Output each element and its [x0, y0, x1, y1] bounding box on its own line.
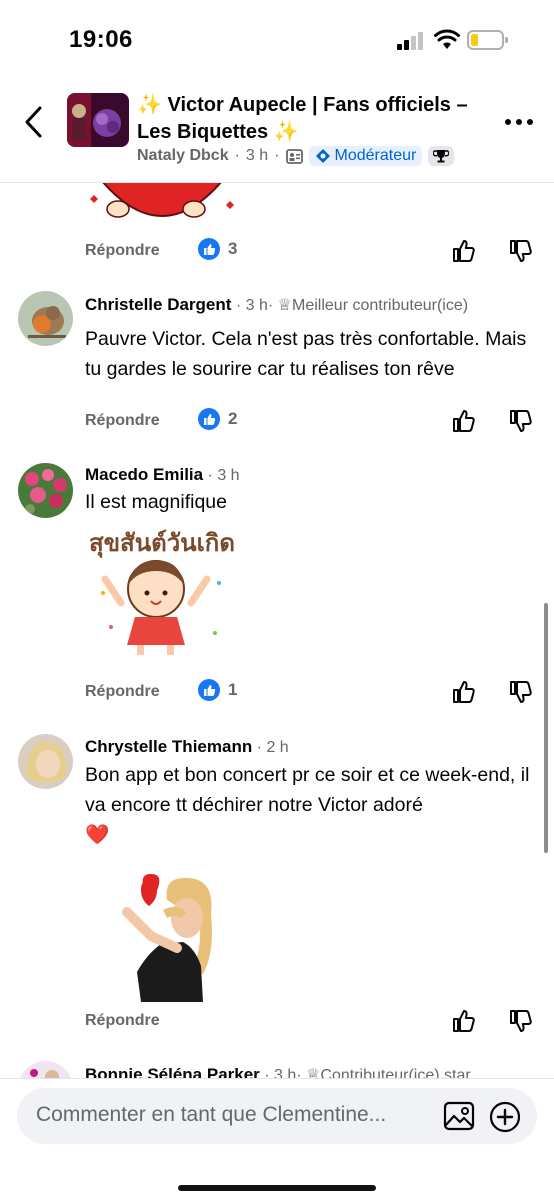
post-meta: Nataly Dbck · 3 h · Modérateur	[137, 146, 455, 166]
like-icon[interactable]	[451, 238, 477, 264]
status-bar: 19:06	[0, 0, 554, 80]
group-title[interactable]: ✨ Victor Aupecle | Fans officiels – Les …	[137, 92, 497, 146]
avatar[interactable]	[18, 463, 73, 518]
birthday-sticker: สุขสันต์วันเกิด	[89, 529, 235, 655]
scrollbar[interactable]	[544, 603, 548, 853]
more-options-icon[interactable]	[504, 118, 534, 126]
avatar[interactable]	[18, 1061, 73, 1078]
contributor-icon: ♕	[277, 297, 293, 314]
meta-sep: ·	[274, 147, 280, 164]
heart-sticker	[90, 183, 234, 218]
like-count-value: 2	[228, 409, 238, 428]
status-time: 19:06	[69, 26, 133, 53]
comment-time: · 3 h	[203, 467, 240, 484]
comment-text: Il est magnifique	[85, 491, 227, 513]
comment-author[interactable]: Christelle Dargent · 3 h· ♕Meilleur cont…	[85, 295, 468, 315]
comment-author[interactable]: Bonnie Séléna Parker · 3 h· ♕Contributeu…	[85, 1065, 471, 1078]
wifi-icon	[434, 29, 460, 49]
group-name: Victor Aupecle | Fans officiels – Les Bi…	[137, 94, 468, 143]
heart-emoji: ❤️	[85, 824, 110, 846]
comment-time: · 3 h·	[259, 1067, 307, 1078]
like-count-value: 1	[228, 680, 238, 699]
avatar[interactable]	[18, 291, 73, 346]
add-icon[interactable]	[489, 1101, 521, 1133]
signal-icon	[397, 32, 423, 50]
like-reaction-icon	[198, 408, 220, 430]
contributor-badge: Contributeur(ice) star	[320, 1067, 471, 1078]
contributor-badge: Meilleur contributeur(ice)	[292, 297, 469, 314]
comment-composer	[0, 1078, 554, 1201]
trophy-icon	[433, 150, 450, 163]
comment-time: · 2 h	[252, 739, 289, 756]
trophy-badge[interactable]	[428, 146, 455, 166]
like-reaction-icon	[198, 238, 220, 260]
like-icon[interactable]	[451, 1008, 477, 1034]
comment-input[interactable]	[34, 1102, 418, 1128]
comment-author[interactable]: Chrystelle Thiemann · 2 h	[85, 737, 289, 757]
battery-icon	[467, 30, 508, 50]
reply-button[interactable]: Répondre	[85, 683, 160, 701]
sticker-text: สุขสันต์วันเกิด	[89, 529, 235, 559]
group-avatar[interactable]	[67, 93, 129, 147]
like-count[interactable]: 1	[198, 679, 237, 701]
comment-box[interactable]	[17, 1088, 537, 1144]
avatar-heart-sticker	[122, 874, 212, 1002]
avatar[interactable]	[18, 734, 73, 789]
moderator-label: Modérateur	[334, 147, 417, 164]
comment-author[interactable]: Macedo Emilia · 3 h	[85, 465, 240, 485]
meta-sep: ·	[234, 147, 240, 164]
like-reaction-icon	[198, 679, 220, 701]
comment-text: Bon app et bon concert pr ce soir et ce …	[85, 764, 530, 846]
shield-icon	[315, 149, 330, 163]
comment-text: Pauvre Victor. Cela n'est pas très confo…	[85, 328, 527, 380]
group-header: ✨ Victor Aupecle | Fans officiels – Les …	[0, 80, 554, 183]
like-icon[interactable]	[451, 408, 477, 434]
comment-time: · 3 h·	[231, 297, 278, 314]
sparkle-icon: ✨	[273, 121, 299, 143]
dislike-icon[interactable]	[508, 408, 534, 434]
comment-feed[interactable]: Répondre 3 Christelle Dargent · 3 h· ♕Me…	[0, 183, 554, 1078]
moderator-badge[interactable]: Modérateur	[308, 146, 423, 166]
photo-icon[interactable]	[443, 1101, 475, 1131]
comment-actions: Répondre 2	[0, 408, 554, 438]
like-count[interactable]: 2	[198, 408, 237, 430]
home-indicator[interactable]	[178, 1185, 376, 1191]
back-arrow-icon[interactable]	[20, 104, 50, 140]
like-count-value: 3	[228, 239, 238, 258]
reply-button[interactable]: Répondre	[85, 1012, 160, 1030]
comment-actions: Répondre 1	[0, 679, 554, 709]
sparkle-icon: ✨	[137, 94, 162, 116]
post-time: 3 h	[245, 147, 269, 164]
reply-button[interactable]: Répondre	[85, 242, 160, 260]
dislike-icon[interactable]	[508, 679, 534, 705]
comment-actions: Répondre 3	[0, 238, 554, 268]
post-author[interactable]: Nataly Dbck	[137, 147, 229, 165]
like-icon[interactable]	[451, 679, 477, 705]
contributor-star-icon: ♕	[306, 1067, 321, 1078]
comment-actions: Répondre	[0, 1008, 554, 1038]
member-card-icon	[285, 148, 303, 164]
like-count[interactable]: 3	[198, 238, 237, 260]
reply-button[interactable]: Répondre	[85, 412, 160, 430]
dislike-icon[interactable]	[508, 238, 534, 264]
dislike-icon[interactable]	[508, 1008, 534, 1034]
